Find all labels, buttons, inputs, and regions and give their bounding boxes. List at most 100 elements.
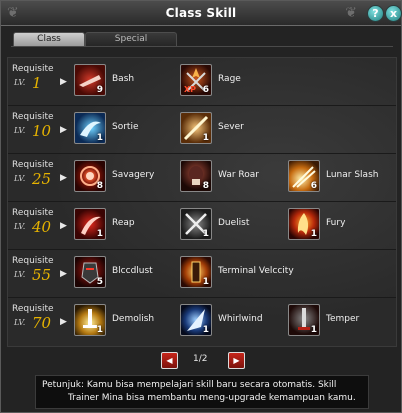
skill-name: Whirlwind [218, 314, 263, 324]
skill-name: Demolish [112, 314, 155, 324]
required-level: 10 [32, 122, 52, 140]
prev-page-button[interactable]: ◀ [161, 352, 178, 369]
skill-points: 8 [96, 181, 103, 191]
required-level: 70 [32, 314, 52, 332]
duelist-icon[interactable]: 1 [180, 208, 212, 240]
requisite-label: Requisite [12, 112, 54, 122]
skill-slot[interactable]: 1 Whirlwind [180, 304, 284, 338]
skill-slot[interactable]: 1 Demolish [74, 304, 178, 338]
hint-box: Petunjuk: Kamu bisa mempelajari skill ba… [35, 375, 369, 409]
skill-name: Temper [326, 314, 360, 324]
arrow-icon: ▶ [60, 221, 67, 231]
pagination: ◀ 1/2 ▶ [161, 352, 245, 369]
skill-points: 9 [96, 85, 103, 95]
reap-icon[interactable]: 1 [74, 208, 106, 240]
requisite: Requisite LV. 10 ▶ [12, 112, 70, 148]
tab-special[interactable]: Special [85, 32, 177, 46]
demolish-icon[interactable]: 1 [74, 304, 106, 336]
skill-points: 1 [202, 325, 209, 335]
skill-name: Terminal Velccity [218, 266, 294, 276]
required-level: 25 [32, 170, 52, 188]
skill-slot[interactable]: 8 War Roar [180, 160, 284, 194]
skill-slot[interactable]: 1 Terminal Velccity [180, 256, 320, 290]
class-skill-window: ❦ Class Skill ❦ ? x Class Special Requis… [0, 0, 402, 413]
whirlwind-icon[interactable]: 1 [180, 304, 212, 336]
savagery-icon[interactable]: 8 [74, 160, 106, 192]
requisite: Requisite LV. 25 ▶ [12, 160, 70, 196]
fury-icon[interactable]: 1 [288, 208, 320, 240]
skill-name: Duelist [218, 218, 250, 228]
rage-icon[interactable]: XP 6 [180, 64, 212, 96]
page-indicator: 1/2 [193, 354, 208, 364]
skill-name: Lunar Slash [326, 170, 379, 180]
requisite-label: Requisite [12, 256, 54, 266]
skill-points: 1 [96, 229, 103, 239]
lv-label: LV. [14, 126, 26, 135]
skill-points: 1 [310, 229, 317, 239]
sever-icon[interactable]: 1 [180, 112, 212, 144]
bloodlust-icon[interactable]: 5 [74, 256, 106, 288]
tab-class[interactable]: Class [13, 32, 85, 46]
arrow-icon: ▶ [60, 173, 67, 183]
skill-name: Reap [112, 218, 135, 228]
skill-name: Fury [326, 218, 346, 228]
requisite: Requisite LV. 70 ▶ [12, 304, 70, 340]
required-level: 55 [32, 266, 52, 284]
sortie-icon[interactable]: 1 [74, 112, 106, 144]
terminal-velocity-icon[interactable]: 1 [180, 256, 212, 288]
hint-line-2: Trainer Mina bisa membantu meng-upgrade … [68, 393, 356, 403]
required-level: 1 [32, 74, 42, 92]
skill-slot[interactable]: 5 Blccdlust [74, 256, 178, 290]
requisite-label: Requisite [12, 64, 54, 74]
skill-points: 1 [202, 133, 209, 143]
skill-name: Blccdlust [112, 266, 153, 276]
skill-name: Bash [112, 74, 135, 84]
war-roar-icon[interactable]: 8 [180, 160, 212, 192]
lv-label: LV. [14, 270, 26, 279]
close-button[interactable]: x [385, 5, 402, 22]
hint-line-1: Petunjuk: Kamu bisa mempelajari skill ba… [42, 380, 337, 390]
temper-icon[interactable]: 1 [288, 304, 320, 336]
title-ornament-right: ❦ [345, 5, 357, 21]
required-level: 40 [32, 218, 52, 236]
skill-name: Rage [218, 74, 241, 84]
skill-slot[interactable]: 1 Duelist [180, 208, 284, 242]
lv-label: LV. [14, 78, 26, 87]
skill-slot[interactable]: 1 Fury [288, 208, 394, 242]
requisite-label: Requisite [12, 160, 54, 170]
skill-slot[interactable]: 1 Reap [74, 208, 178, 242]
skill-points: 8 [202, 181, 209, 191]
requisite-label: Requisite [12, 208, 54, 218]
skill-row: Requisite LV. 10 ▶ 1 Sortie 1 Sever [8, 106, 396, 154]
skill-points: 1 [202, 277, 209, 287]
skill-slot[interactable]: 1 Sortie [74, 112, 178, 146]
skill-points: 1 [202, 229, 209, 239]
arrow-icon: ▶ [60, 77, 67, 87]
skill-slot[interactable]: 1 Temper [288, 304, 394, 338]
lv-label: LV. [14, 222, 26, 231]
bash-icon[interactable]: 9 [74, 64, 106, 96]
skill-slot[interactable]: 8 Savagery [74, 160, 178, 194]
skill-slot[interactable]: 6 Lunar Slash [288, 160, 394, 194]
skill-name: Savagery [112, 170, 155, 180]
skill-name: Sever [218, 122, 244, 132]
lunar-slash-icon[interactable]: 6 [288, 160, 320, 192]
skill-row: Requisite LV. 25 ▶ 8 Savagery 8 War Roar [8, 154, 396, 202]
title-bar[interactable]: ❦ Class Skill ❦ ? x [1, 1, 402, 26]
skill-points: 6 [310, 181, 317, 191]
skill-points: 1 [96, 325, 103, 335]
skill-slot[interactable]: XP 6 Rage [180, 64, 284, 98]
next-page-button[interactable]: ▶ [228, 352, 245, 369]
lv-label: LV. [14, 318, 26, 327]
help-button[interactable]: ? [367, 5, 384, 22]
arrow-icon: ▶ [60, 317, 67, 327]
requisite: Requisite LV. 55 ▶ [12, 256, 70, 292]
skill-row: Requisite LV. 70 ▶ 1 Demolish 1 Whirlwin… [8, 298, 396, 345]
skill-points: 1 [96, 133, 103, 143]
skill-slot[interactable]: 9 Bash [74, 64, 178, 98]
arrow-icon: ▶ [60, 125, 67, 135]
skill-slot[interactable]: 1 Sever [180, 112, 284, 146]
skill-row: Requisite LV. 40 ▶ 1 Reap 1 Duelist 1 Fu… [8, 202, 396, 250]
skill-points: 6 [202, 85, 209, 95]
skill-row: Requisite LV. 55 ▶ 5 Blccdlust 1 Termina… [8, 250, 396, 298]
